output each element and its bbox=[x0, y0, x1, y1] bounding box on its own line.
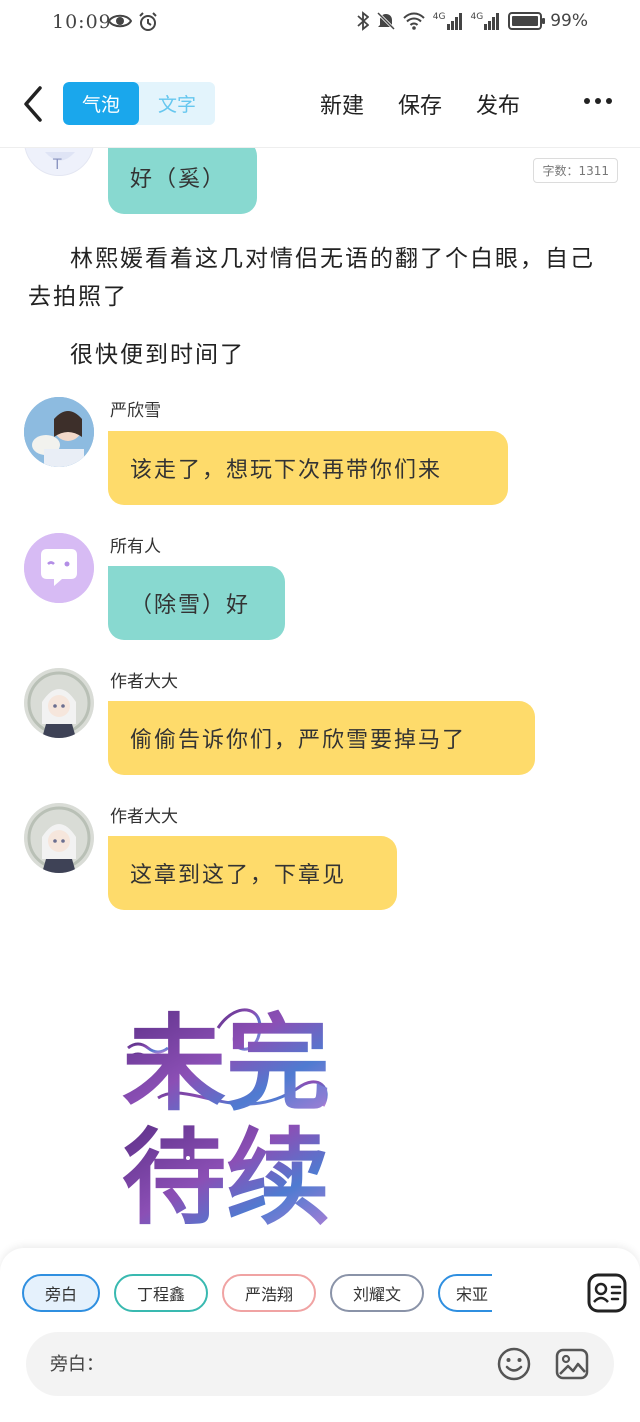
header: 气泡 文字 新建 保存 发布 bbox=[0, 58, 640, 148]
narration-line: 很快便到时间了 bbox=[70, 342, 245, 368]
signal-bars-icon bbox=[446, 13, 462, 30]
photo-avatar-icon bbox=[24, 397, 94, 467]
character-chip[interactable]: 严浩翔 bbox=[222, 1274, 316, 1312]
message-bubble[interactable]: （除雪）好 bbox=[108, 566, 285, 640]
new-button[interactable]: 新建 bbox=[320, 88, 364, 120]
battery-icon bbox=[508, 12, 546, 30]
mute-bell-icon bbox=[376, 11, 395, 31]
speaker-name: 作者大大 bbox=[110, 672, 178, 692]
publish-button[interactable]: 发布 bbox=[476, 88, 520, 120]
wifi-icon bbox=[403, 12, 425, 30]
speaker-name: 所有人 bbox=[110, 537, 161, 557]
contacts-list-icon[interactable] bbox=[586, 1272, 628, 1314]
anime-avatar-icon bbox=[24, 803, 94, 873]
story-content[interactable]: T 字数：1311 好（奚） 林熙媛看着这几对情侣无语的翻了个白眼，自己去拍照了… bbox=[0, 148, 640, 1248]
back-arrow-icon[interactable] bbox=[18, 84, 48, 124]
character-chips: 旁白 丁程鑫 严浩翔 刘耀文 宋亚 bbox=[22, 1274, 492, 1314]
tbc-text-line-2: 待续 bbox=[122, 1116, 330, 1238]
message-input-row bbox=[26, 1332, 614, 1396]
character-chip-narrator[interactable]: 旁白 bbox=[22, 1274, 100, 1312]
bottom-panel: 旁白 丁程鑫 严浩翔 刘耀文 宋亚 bbox=[0, 1248, 640, 1422]
character-chip[interactable]: 刘耀文 bbox=[330, 1274, 424, 1312]
character-chip[interactable]: 宋亚 bbox=[438, 1274, 492, 1312]
message-input[interactable] bbox=[50, 1332, 490, 1396]
to-be-continued-image[interactable]: 未完 待续 bbox=[118, 988, 363, 1239]
save-button[interactable]: 保存 bbox=[398, 88, 442, 120]
header-actions: 新建 保存 发布 bbox=[320, 88, 520, 120]
anime-avatar-icon bbox=[24, 668, 94, 738]
chat-bubble-avatar[interactable] bbox=[24, 533, 94, 603]
to-be-continued-graphic: 未完 待续 bbox=[122, 1002, 330, 1239]
cartoon-avatar-icon: T bbox=[25, 148, 93, 175]
signal-bars-icon bbox=[484, 13, 500, 30]
signal-1: 4G bbox=[433, 12, 463, 30]
image-icon[interactable] bbox=[554, 1346, 590, 1382]
anime-avatar[interactable] bbox=[24, 668, 94, 738]
emoji-icon[interactable] bbox=[496, 1346, 532, 1382]
more-options-icon[interactable] bbox=[584, 94, 612, 108]
mode-toggle: 气泡 文字 bbox=[63, 82, 215, 125]
status-bar: 10:09 4G 4G 99% bbox=[0, 0, 640, 46]
signal-2: 4G bbox=[471, 12, 501, 30]
message-text: 偷偷告诉你们，严欣雪要掉马了 bbox=[130, 728, 467, 753]
tab-text[interactable]: 文字 bbox=[139, 82, 215, 125]
battery-fill bbox=[512, 16, 539, 26]
speaker-name: 严欣雪 bbox=[110, 401, 161, 421]
svg-text:T: T bbox=[52, 157, 62, 173]
page: 10:09 4G 4G 99% 气泡 文字 新建 保存 发布 T 字数：1311… bbox=[0, 0, 640, 1422]
alarm-icon bbox=[139, 12, 157, 31]
status-right: 4G 4G 99% bbox=[357, 11, 588, 31]
message-bubble[interactable]: 这章到这了，下章见 bbox=[108, 836, 397, 910]
message-text: 好（奚） bbox=[130, 167, 227, 192]
character-chip[interactable]: 丁程鑫 bbox=[114, 1274, 208, 1312]
eye-icon bbox=[108, 14, 132, 28]
message-bubble[interactable]: 好（奚） bbox=[108, 148, 257, 214]
message-text: （除雪）好 bbox=[130, 593, 251, 618]
cartoon-avatar: T bbox=[24, 148, 94, 176]
status-left-icons bbox=[108, 12, 158, 32]
anime-avatar[interactable] bbox=[24, 803, 94, 873]
status-time: 10:09 bbox=[52, 11, 112, 33]
word-count-badge: 字数：1311 bbox=[533, 158, 618, 183]
chat-bubble-icon bbox=[24, 533, 94, 603]
message-bubble[interactable]: 该走了，想玩下次再带你们来 bbox=[108, 431, 508, 505]
narration-text[interactable]: 林熙媛看着这几对情侣无语的翻了个白眼，自己去拍照了 bbox=[28, 240, 618, 316]
narration-line: 林熙媛看着这几对情侣无语的翻了个白眼，自己去拍照了 bbox=[28, 246, 595, 310]
message-text: 该走了，想玩下次再带你们来 bbox=[130, 458, 443, 483]
tbc-text-line-1: 未完 bbox=[122, 1002, 330, 1125]
narration-text[interactable]: 很快便到时间了 bbox=[28, 336, 618, 374]
battery-percent: 99% bbox=[550, 11, 588, 31]
bluetooth-icon bbox=[357, 11, 369, 31]
message-text: 这章到这了，下章见 bbox=[130, 863, 347, 888]
tab-bubble[interactable]: 气泡 bbox=[63, 82, 139, 125]
message-bubble[interactable]: 偷偷告诉你们，严欣雪要掉马了 bbox=[108, 701, 535, 775]
speaker-name: 作者大大 bbox=[110, 807, 178, 827]
photo-avatar[interactable] bbox=[24, 397, 94, 467]
